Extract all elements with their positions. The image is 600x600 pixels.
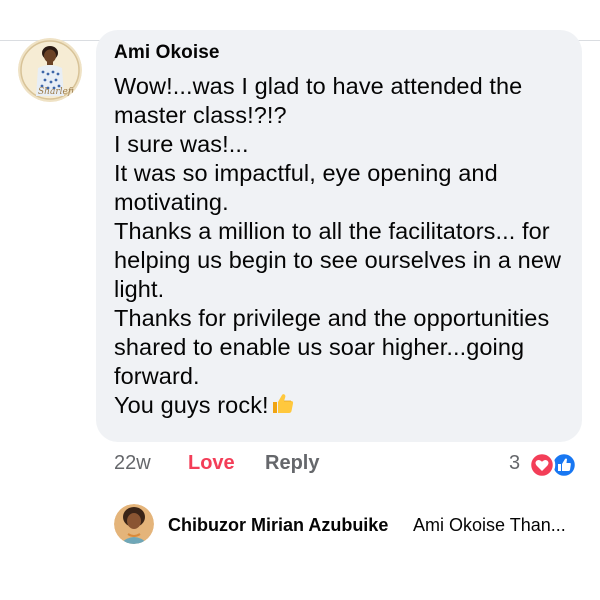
reply-author-avatar[interactable] bbox=[114, 504, 154, 544]
thumbs-up-icon bbox=[271, 392, 295, 423]
comment-line: You guys rock! bbox=[114, 392, 269, 418]
avatar-photo: Sharleful bbox=[18, 38, 82, 102]
reaction-count[interactable]: 3 bbox=[509, 452, 520, 475]
comment-text: Wow!...was I glad to have attended the m… bbox=[114, 72, 574, 423]
comment-line: Thanks a million to all the facilitators… bbox=[114, 218, 550, 244]
comment-line: Wow!...was I glad to have attended the bbox=[114, 73, 523, 99]
comment-line: forward. bbox=[114, 363, 200, 389]
commenter-avatar[interactable]: Sharleful bbox=[18, 38, 82, 102]
comment-line: helping us begin to see ourselves in a n… bbox=[114, 247, 562, 273]
reply-button[interactable]: Reply bbox=[265, 452, 319, 475]
comment-line: I sure was!... bbox=[114, 131, 249, 157]
comment-author[interactable]: Ami Okoise bbox=[114, 42, 220, 64]
avatar-watermark: Sharleful bbox=[38, 87, 80, 97]
comment-line: Thanks for privilege and the opportuniti… bbox=[114, 305, 550, 331]
reply-preview-text[interactable]: Ami Okoise Than... bbox=[413, 515, 566, 536]
like-reaction-icon bbox=[550, 451, 578, 479]
comment-line: master class!?!? bbox=[114, 102, 287, 128]
reaction-summary[interactable] bbox=[524, 450, 584, 480]
love-reaction-icon bbox=[528, 451, 556, 479]
reply-author-name[interactable]: Chibuzor Mirian Azubuike bbox=[168, 515, 388, 536]
comment-line-last: You guys rock! bbox=[114, 391, 574, 423]
comment-timestamp[interactable]: 22w bbox=[114, 452, 151, 475]
comment-line: motivating. bbox=[114, 189, 229, 215]
comment-line: light. bbox=[114, 276, 165, 302]
avatar-photo bbox=[114, 504, 154, 544]
comment-line: It was so impactful, eye opening and bbox=[114, 160, 498, 186]
comment-line: shared to enable us soar higher...going bbox=[114, 334, 525, 360]
love-button[interactable]: Love bbox=[188, 452, 235, 475]
